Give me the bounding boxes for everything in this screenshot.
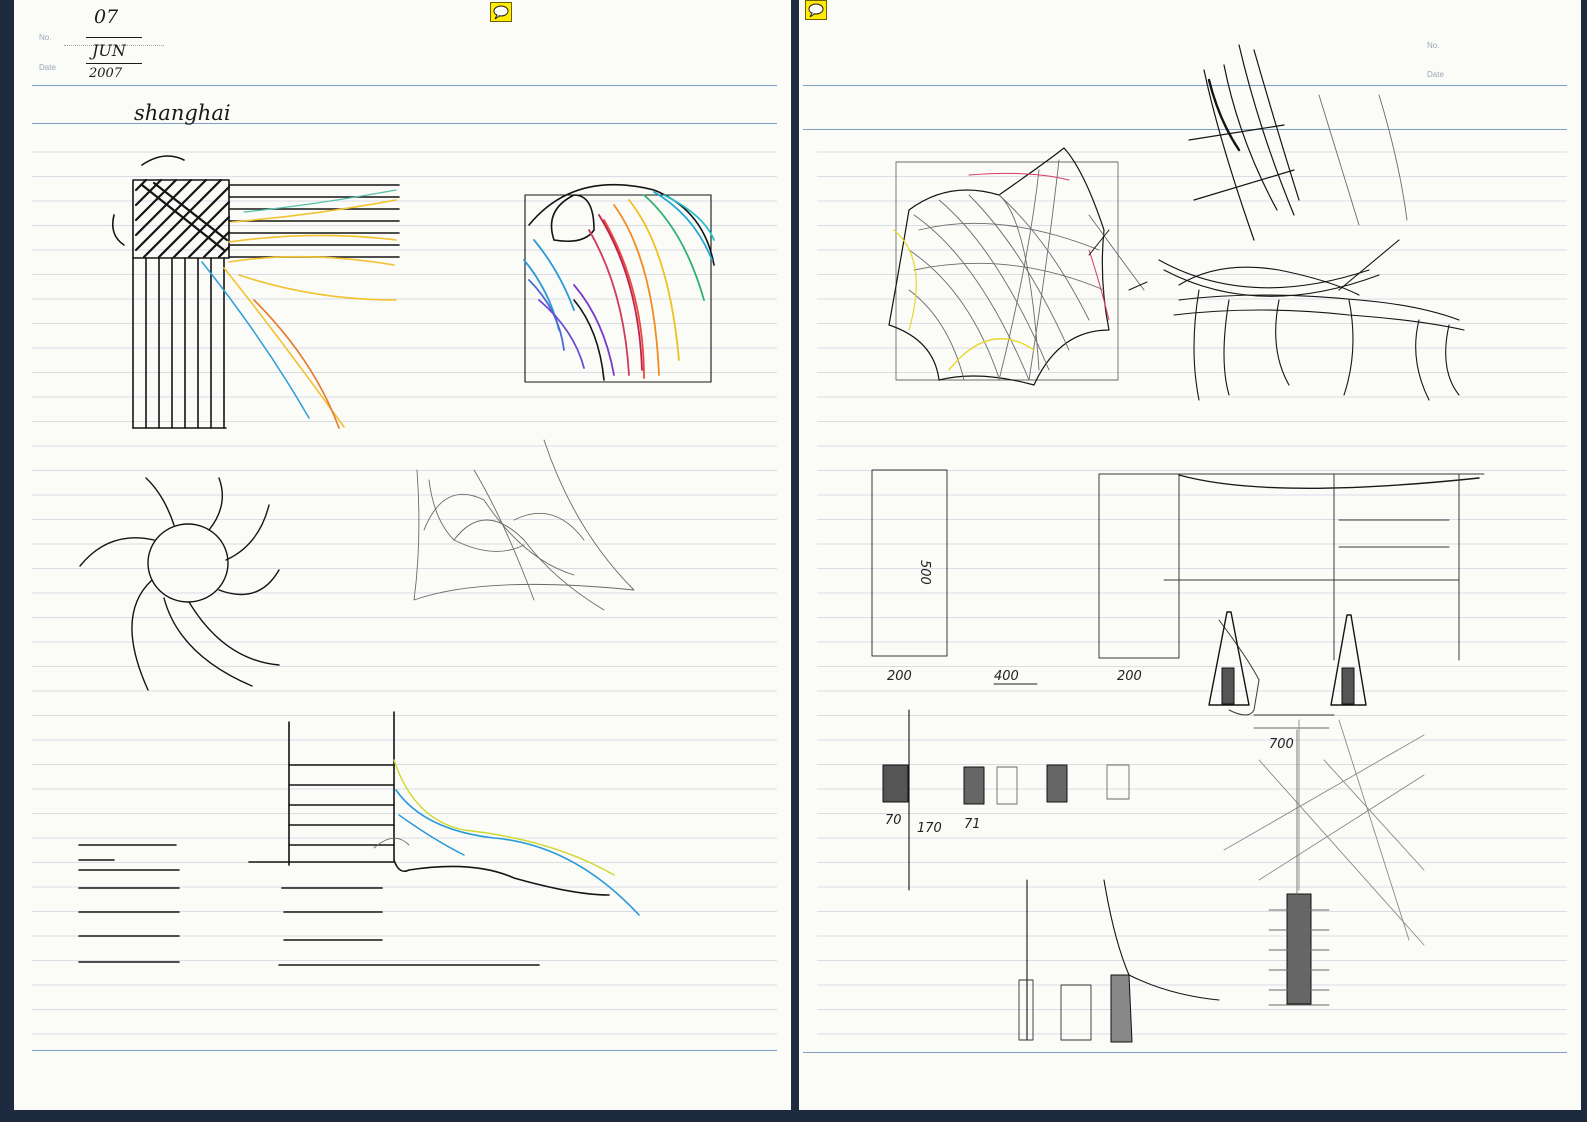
dimension-200-right: 200 xyxy=(1117,669,1142,684)
notebook-left-page: No. Date 07 JUN 2007 shanghai xyxy=(14,0,791,1110)
sketch-diagonal-tower xyxy=(1188,44,1408,241)
sketch-color-fan xyxy=(523,183,715,383)
sketch-spiral xyxy=(79,477,280,691)
dimension-70: 70 xyxy=(885,813,902,828)
sketch-rect-series xyxy=(882,709,1130,891)
notebook-right-page: No. Date 200 400 200 500 700 70 170 71 xyxy=(799,0,1581,1110)
sketch-canopy-plan xyxy=(888,147,1148,386)
dimension-71: 71 xyxy=(964,817,981,832)
dimension-400: 400 xyxy=(994,669,1019,684)
sketch-pencil-scribble xyxy=(413,439,635,611)
left-sketches xyxy=(78,155,715,966)
sketch-crossing-lines xyxy=(1223,719,1425,946)
dimension-200-left: 200 xyxy=(887,669,912,684)
dimension-170: 170 xyxy=(917,821,942,836)
sketch-elevation xyxy=(871,469,1485,716)
right-sketches: 200 400 200 500 700 70 170 71 xyxy=(871,44,1485,1043)
comment-note-icon[interactable] xyxy=(490,2,512,22)
sketch-tapered-pillars xyxy=(1208,611,1367,729)
sketch-grid-corner xyxy=(111,155,400,429)
sketch-bars-curves xyxy=(78,711,640,966)
dimension-500-vertical: 500 xyxy=(917,560,932,585)
sketch-canopy-perspective xyxy=(1158,239,1465,401)
dimension-700: 700 xyxy=(1269,737,1294,752)
comment-note-icon[interactable] xyxy=(805,0,827,20)
